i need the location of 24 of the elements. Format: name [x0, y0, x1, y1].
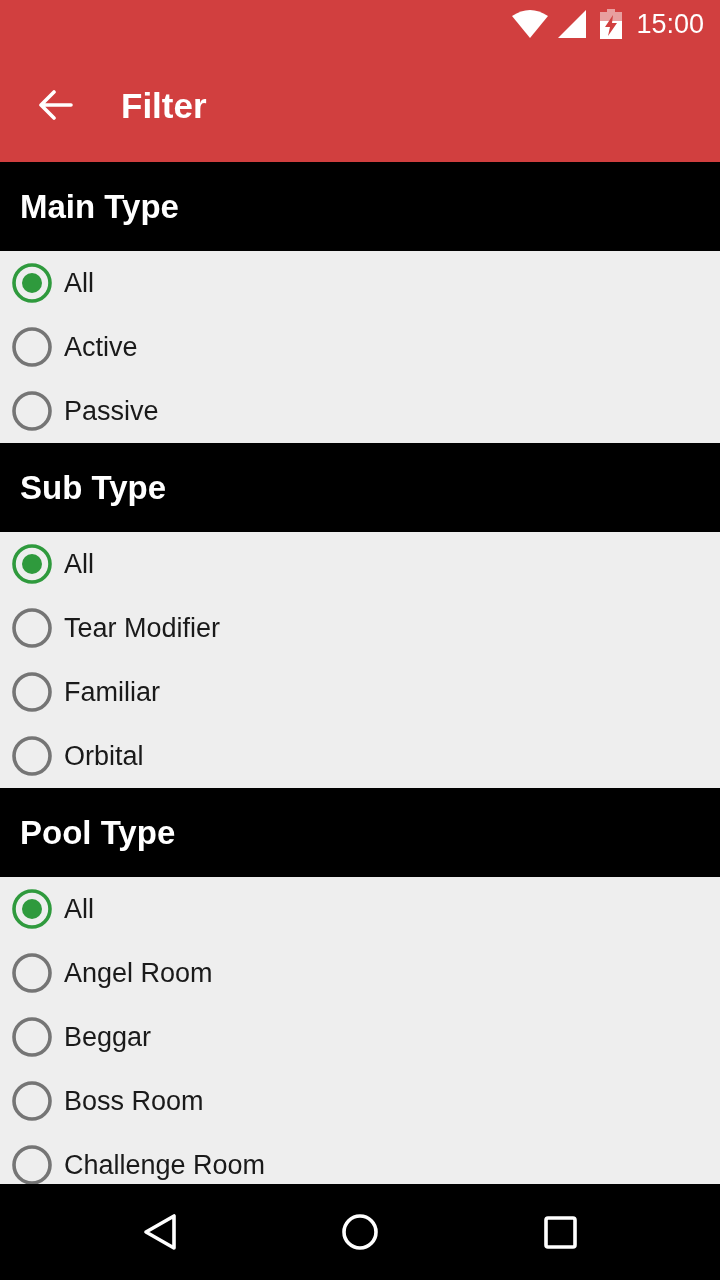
radio-option[interactable]: Tear Modifier: [0, 596, 221, 660]
radio-option[interactable]: Beggar: [0, 1005, 152, 1069]
radio-option[interactable]: All: [0, 532, 94, 596]
back-arrow-icon: [39, 90, 73, 120]
page-title: Filter: [121, 87, 207, 123]
signal-icon: [558, 10, 587, 38]
radio-option[interactable]: Active: [0, 315, 138, 379]
radio-option[interactable]: Boss Room: [0, 1069, 204, 1133]
radio-option[interactable]: Familiar: [0, 660, 160, 724]
section-title: Sub Type: [20, 471, 167, 504]
triangle-back-icon: [143, 1213, 177, 1251]
home-circle-icon: [342, 1214, 378, 1250]
battery-charging-icon: [600, 9, 623, 39]
status-time: 15:00: [636, 10, 704, 38]
radio-option[interactable]: All: [0, 877, 94, 941]
radio-option[interactable]: Orbital: [0, 724, 144, 788]
radio-option[interactable]: Challenge Room: [0, 1133, 266, 1184]
section-title: Main Type: [20, 190, 179, 223]
radio-option[interactable]: Passive: [0, 379, 159, 443]
section-title: Pool Type: [20, 816, 176, 849]
radio-option[interactable]: Angel Room: [0, 941, 213, 1005]
recents-square-icon: [543, 1215, 577, 1249]
wifi-icon: [512, 10, 549, 38]
radio-option[interactable]: All: [0, 251, 94, 315]
